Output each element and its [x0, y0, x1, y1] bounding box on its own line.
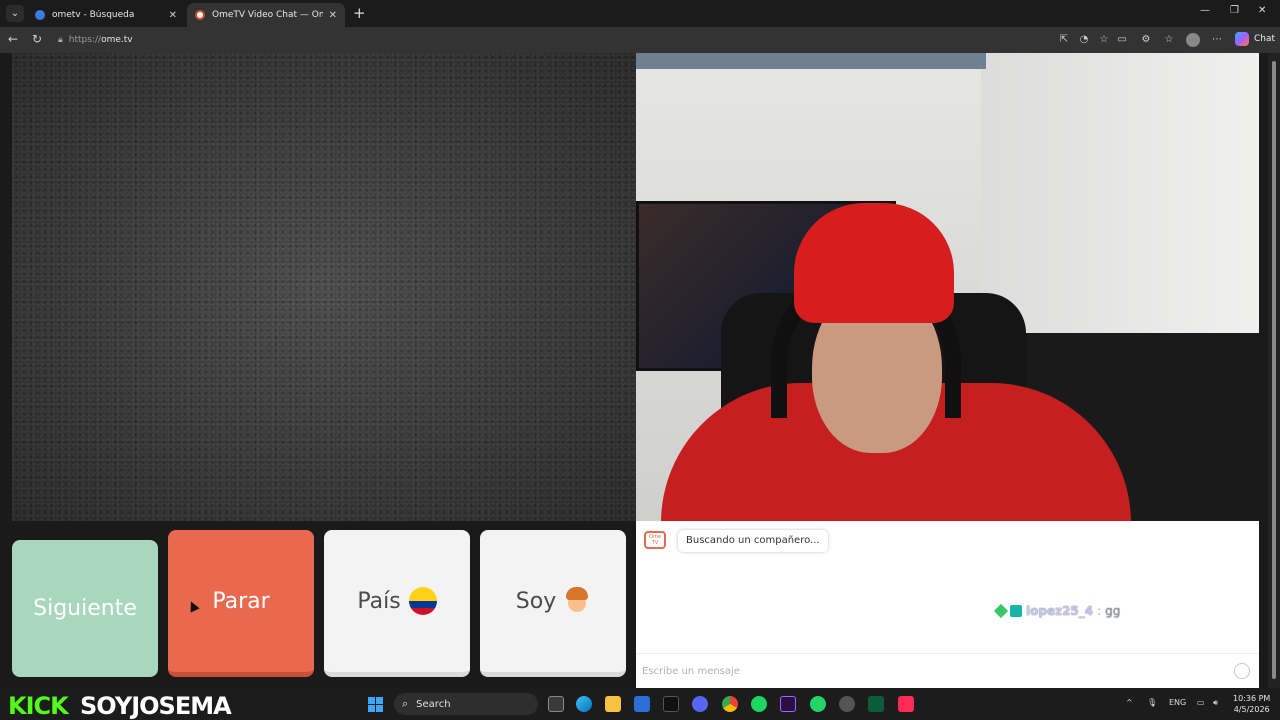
webcam-ceiling-beam — [636, 53, 986, 69]
windows-start-icon[interactable] — [368, 697, 383, 712]
network-icon[interactable]: ▭ — [1197, 698, 1205, 707]
browser-tab-bar: ⌄ ometv - Búsqueda ✕ OmeTV Video Chat — … — [0, 0, 1280, 27]
stop-button-label: Parar — [212, 588, 270, 614]
discord-icon[interactable] — [692, 696, 708, 712]
profile-avatar[interactable] — [1186, 33, 1200, 47]
country-button-label: País — [357, 588, 401, 614]
close-tab-icon[interactable]: ✕ — [329, 10, 337, 21]
copilot-icon[interactable] — [1235, 32, 1249, 46]
search-icon: ⌕ — [402, 697, 409, 710]
taskbar-clock[interactable]: 10:36 PM 4/5/2026 — [1233, 693, 1270, 715]
tray-chevron-icon[interactable]: ^ — [1126, 698, 1133, 707]
boy-avatar-icon — [564, 587, 590, 615]
gender-button-label: Soy — [515, 588, 557, 614]
webcam-wall-right — [981, 53, 1259, 353]
tab-title: ometv - Búsqueda — [52, 10, 135, 20]
lock-icon: 🔒︎ — [58, 35, 63, 45]
settings-icon[interactable] — [839, 696, 855, 712]
tiktok-icon[interactable] — [663, 696, 679, 712]
next-button[interactable]: Siguiente — [12, 540, 158, 677]
store-icon[interactable] — [634, 696, 650, 712]
status-message: Buscando un compañero... — [678, 530, 828, 552]
edge-icon[interactable] — [576, 696, 592, 712]
copilot-chat-label[interactable]: Chat — [1254, 34, 1275, 44]
media-icon[interactable]: ▭ — [1116, 34, 1128, 46]
tab-list-button[interactable]: ⌄ — [6, 5, 24, 22]
microphone-icon[interactable]: 🎙︎ — [1147, 698, 1157, 707]
tab-title: OmeTV Video Chat — Omegl — [212, 10, 323, 20]
extensions-icon[interactable]: ⚙ — [1140, 34, 1152, 46]
scrollbar-thumb[interactable] — [1272, 61, 1276, 679]
country-button[interactable]: País — [324, 530, 470, 677]
chat-input-area — [636, 653, 1259, 688]
spotify-icon[interactable] — [751, 696, 767, 712]
url-host: ome.tv — [101, 35, 133, 45]
restore-icon[interactable]: ❐ — [1230, 5, 1239, 16]
clock-date: 4/5/2026 — [1233, 705, 1270, 714]
address-bar: ← ↻ 🔒︎ https:// ome.tv ⇱ ◔ ☆ ▭ ⚙ ☆ ⋯ — [0, 27, 1280, 53]
colombia-flag-icon — [408, 587, 437, 615]
tab-ometv-video-chat[interactable]: OmeTV Video Chat — Omegl ✕ — [187, 3, 345, 27]
refresh-icon[interactable]: ↻ — [32, 32, 42, 46]
webcam-red-beanie — [794, 203, 954, 323]
message-input[interactable] — [642, 661, 1222, 681]
language-indicator[interactable]: ENG — [1169, 698, 1186, 707]
overlay-separator: : — [1097, 604, 1102, 618]
favorites-icon[interactable]: ☆ — [1163, 34, 1175, 46]
subscriber-badge-icon — [1010, 605, 1022, 617]
self-webcam-video — [636, 53, 1259, 521]
chat-panel: Ome TV Buscando un compañero... lopez25_… — [636, 521, 1259, 688]
kick-channel-name: SOYJOSEMA — [80, 692, 232, 720]
url-field[interactable]: 🔒︎ https:// ome.tv — [52, 30, 1052, 50]
favorite-star-icon[interactable]: ☆ — [1098, 34, 1110, 46]
ometv-page: Siguiente Parar País Soy Ome TV Buscando… — [0, 53, 1280, 688]
stranger-video-static — [12, 53, 636, 521]
reader-mode-icon[interactable]: ◔ — [1078, 34, 1090, 46]
next-button-label: Siguiente — [33, 596, 137, 621]
page-scrollbar[interactable] — [1268, 53, 1280, 688]
open-in-app-icon[interactable]: ⇱ — [1058, 34, 1070, 46]
taskbar-search-label: Search — [416, 698, 451, 710]
overlay-username: lopez25_4 — [1026, 604, 1094, 618]
clock-time: 10:36 PM — [1233, 694, 1271, 703]
overlay-message: gg — [1105, 604, 1121, 618]
gem-badge-icon — [993, 603, 1009, 619]
kick-logo: KICK — [8, 692, 69, 720]
url-protocol: https:// — [68, 35, 102, 45]
volume-icon[interactable]: 🔊︎ — [1213, 698, 1218, 708]
new-tab-icon[interactable]: + — [353, 4, 366, 22]
close-tab-icon[interactable]: ✕ — [169, 10, 177, 21]
emoji-icon[interactable] — [1234, 663, 1250, 679]
task-view-icon[interactable] — [548, 696, 564, 712]
back-icon[interactable]: ← — [8, 32, 18, 46]
tab-ometv-search[interactable]: ometv - Búsqueda ✕ — [27, 3, 185, 27]
chrome-icon[interactable] — [722, 696, 738, 712]
terminal-icon[interactable] — [868, 696, 884, 712]
close-window-icon[interactable]: ✕ — [1258, 5, 1266, 16]
ometv-favicon-icon — [195, 10, 205, 20]
tiktok-studio-icon[interactable] — [898, 696, 914, 712]
premiere-pro-icon[interactable] — [780, 696, 796, 712]
minimize-icon[interactable]: — — [1200, 5, 1210, 16]
search-tab-icon — [35, 10, 45, 20]
gender-button[interactable]: Soy — [480, 530, 626, 677]
more-menu-icon[interactable]: ⋯ — [1211, 34, 1223, 46]
taskbar-search[interactable]: ⌕ Search — [394, 693, 538, 715]
ometv-logo: Ome TV — [644, 531, 666, 549]
stream-chat-overlay: lopez25_4 : gg — [993, 603, 1121, 619]
whatsapp-icon[interactable] — [810, 696, 826, 712]
windows-taskbar: KICK SOYJOSEMA ⌕ Search ^ 🎙︎ ENG ▭ 🔊︎ 10… — [0, 688, 1280, 720]
file-explorer-icon[interactable] — [605, 696, 621, 712]
